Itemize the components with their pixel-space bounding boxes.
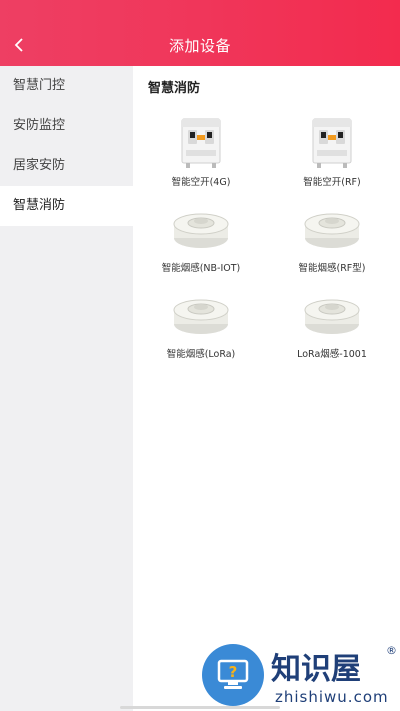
device-label: 智能空开(4G): [171, 177, 231, 188]
device-item[interactable]: 智能烟感(RF型): [267, 202, 397, 274]
device-item[interactable]: 智能空开(4G): [136, 116, 266, 188]
category-sidebar: 智慧门控 安防监控 居家安防 智慧消防: [0, 66, 133, 711]
sidebar-item-home-security[interactable]: 居家安防: [0, 146, 133, 186]
section-title: 智慧消防: [148, 81, 201, 96]
device-item[interactable]: 智能烟感(LoRa): [136, 288, 266, 360]
device-panel: 智慧消防 智能空开(4G) 智能空开(RF) 智能烟感(NB-IOT) 智能烟感…: [133, 66, 400, 711]
watermark-name: 知识屋: [271, 652, 361, 687]
device-label: 智能烟感(NB-IOT): [161, 263, 241, 274]
circuit-breaker-icon: [300, 116, 364, 170]
device-label: 智能烟感(LoRa): [166, 349, 236, 360]
smoke-detector-icon: [300, 288, 364, 342]
sidebar-item-security-monitor[interactable]: 安防监控: [0, 106, 133, 146]
page-title: 添加设备: [168, 37, 231, 55]
smoke-detector-icon: [300, 202, 364, 256]
smoke-detector-icon: [169, 202, 233, 256]
device-label: 智能空开(RF): [303, 177, 361, 188]
watermark-url: zhishiwu.com: [275, 688, 389, 706]
sidebar-item-smart-fire[interactable]: 智慧消防: [0, 186, 133, 226]
device-item[interactable]: 智能空开(RF): [267, 116, 397, 188]
device-item[interactable]: LoRa烟感-1001: [267, 288, 397, 360]
watermark: ? 知识屋 ® zhishiwu.com: [198, 640, 400, 711]
device-item[interactable]: 智能烟感(NB-IOT): [136, 202, 266, 274]
app-header: 添加设备: [0, 0, 400, 66]
device-label: 智能烟感(RF型): [298, 263, 366, 274]
svg-text:?: ?: [229, 663, 238, 681]
smoke-detector-icon: [169, 288, 233, 342]
question-monitor-icon: ?: [202, 644, 264, 706]
sidebar-item-smart-door[interactable]: 智慧门控: [0, 66, 133, 106]
circuit-breaker-icon: [169, 116, 233, 170]
registered-mark: ®: [386, 644, 397, 657]
home-indicator[interactable]: [120, 706, 280, 709]
device-label: LoRa烟感-1001: [297, 349, 367, 360]
